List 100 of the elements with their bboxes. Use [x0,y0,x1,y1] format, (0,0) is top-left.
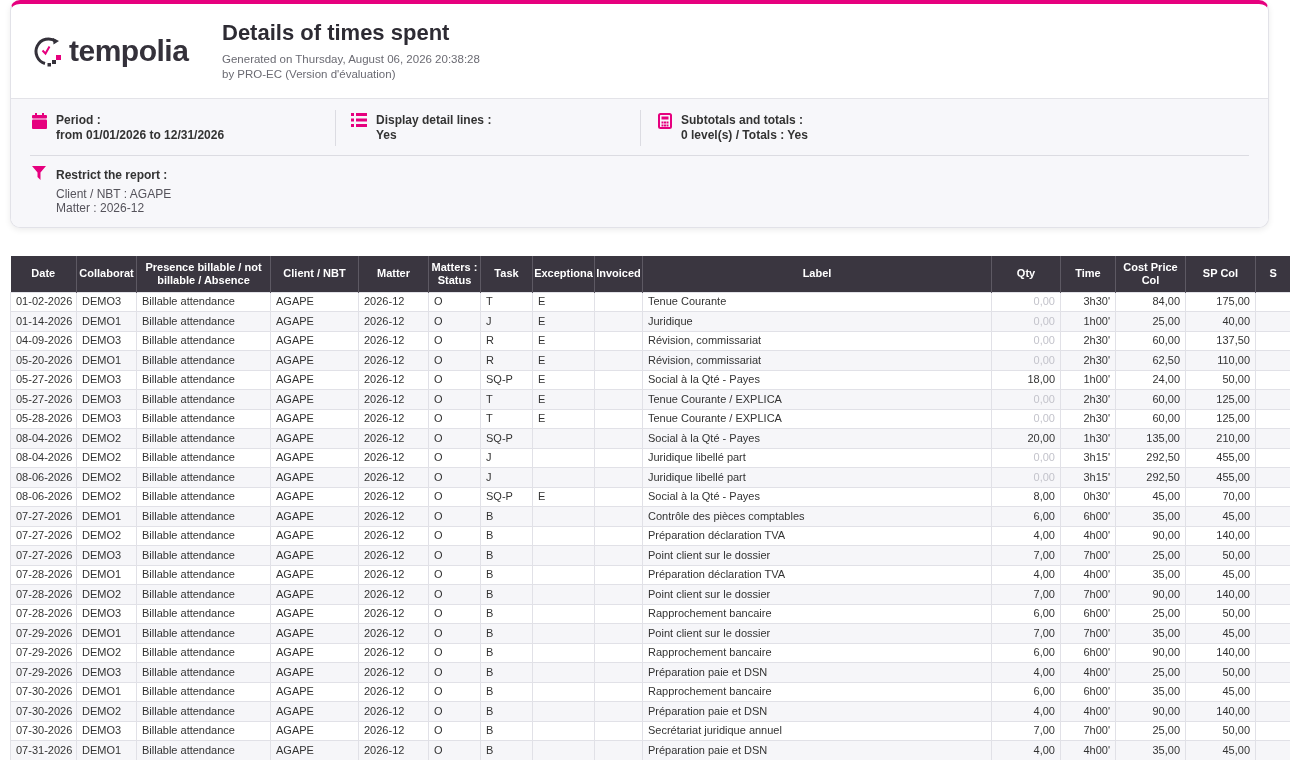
table-cell: Secrétariat juridique annuel [642,721,992,741]
table-cell: 60,00 [1115,331,1186,351]
table-cell: 2026-12 [358,662,429,682]
table-cell: 4h00' [1060,662,1116,682]
table-cell: 07-27-2026 [10,506,77,526]
table-cell: Billable attendance [136,545,271,565]
column-header: Invoiced [594,256,643,292]
table-cell: 2026-12 [358,311,429,331]
table-cell: AGAPE [270,331,359,351]
table-cell: DEMO2 [76,584,137,604]
table-cell: 35,00 [1115,682,1186,702]
table-cell: B [480,682,533,702]
table-cell: 05-20-2026 [10,350,77,370]
table-cell: 01-02-2026 [10,292,77,312]
column-header: Qty [991,256,1061,292]
table-cell: DEMO3 [76,662,137,682]
list-icon [351,113,367,127]
calculator-icon [658,113,672,129]
table-cell: 1h30' [1060,428,1116,448]
table-cell: 292,50 [1115,448,1186,468]
table-cell: 2026-12 [358,565,429,585]
table-cell: O [428,350,481,370]
table-cell: 07-30-2026 [10,682,77,702]
table-cell: 2h30' [1060,409,1116,429]
column-header: Label [642,256,992,292]
table-cell: 7h00' [1060,721,1116,741]
table-cell: SQ-P [480,370,533,390]
table-cell: 18,00 [991,370,1061,390]
column-header: Time [1060,256,1116,292]
filter-icon [32,166,46,180]
restriction-line: Client / NBT : AGAPE [56,187,172,201]
table-cell: 7,00 [991,545,1061,565]
column-header: Collaborat [76,256,137,292]
table-cell: 07-28-2026 [10,584,77,604]
table-cell: 90,00 [1115,643,1186,663]
table-cell: 6,00 [991,604,1061,624]
table-cell: 2026-12 [358,584,429,604]
table-cell: 110,00 [1185,350,1256,370]
table-cell: 25,00 [1115,545,1186,565]
table-cell: 25,00 [1115,662,1186,682]
table-cell: AGAPE [270,526,359,546]
table-cell: 35,00 [1115,623,1186,643]
table-cell: 25,00 [1115,721,1186,741]
table-cell: 50,00 [1185,545,1256,565]
table-cell: AGAPE [270,487,359,507]
table-cell: 6h00' [1060,643,1116,663]
table-cell: DEMO2 [76,467,137,487]
setting-label: Display detail lines : [376,113,492,128]
table-cell: O [428,487,481,507]
table-cell: B [480,662,533,682]
table-cell: 2026-12 [358,409,429,429]
table-cell: 2026-12 [358,526,429,546]
table-cell: O [428,701,481,721]
table-cell: O [428,721,481,741]
table-cell: O [428,643,481,663]
table-cell: 0,00 [991,409,1061,429]
table-cell: O [428,448,481,468]
calendar-icon [32,113,47,129]
table-cell: 35,00 [1115,506,1186,526]
table-cell: Préparation paie et DSN [642,701,992,721]
table-cell: 45,00 [1185,623,1256,643]
table-cell: B [480,701,533,721]
table-cell: Billable attendance [136,584,271,604]
table-cell: Tenue Courante / EXPLICA [642,389,992,409]
table-cell: J [480,448,533,468]
table-cell: O [428,292,481,312]
table-cell: O [428,565,481,585]
table-cell: 04-09-2026 [10,331,77,351]
table-cell: Contrôle des pièces comptables [642,506,992,526]
table-cell: 07-30-2026 [10,721,77,741]
table-cell: 60,00 [1115,409,1186,429]
table-cell: 20,00 [991,428,1061,448]
table-cell: AGAPE [270,545,359,565]
table-cell: 140,00 [1185,643,1256,663]
table-cell: 05-27-2026 [10,389,77,409]
table-cell: DEMO1 [76,311,137,331]
table-cell: DEMO1 [76,623,137,643]
table-cell: B [480,506,533,526]
table-cell: AGAPE [270,448,359,468]
table-cell: 60,00 [1115,389,1186,409]
table-cell: 50,00 [1185,604,1256,624]
column-header: Task [480,256,533,292]
table-cell: 2026-12 [358,331,429,351]
table-cell: SQ-P [480,428,533,448]
table-cell: 07-29-2026 [10,623,77,643]
table-cell: 07-29-2026 [10,643,77,663]
table-cell: Billable attendance [136,350,271,370]
table-cell: 45,00 [1115,487,1186,507]
table-cell: 6h00' [1060,506,1116,526]
table-cell: Billable attendance [136,292,271,312]
table-cell: E [532,389,595,409]
table-cell: Tenue Courante [642,292,992,312]
table-cell: 4h00' [1060,565,1116,585]
table-cell: 6h00' [1060,604,1116,624]
table-cell: Juridique [642,311,992,331]
table-cell: AGAPE [270,409,359,429]
logo-text: tempolia [69,34,189,68]
table-cell: E [532,370,595,390]
table-cell: 4h00' [1060,526,1116,546]
table-cell: O [428,662,481,682]
